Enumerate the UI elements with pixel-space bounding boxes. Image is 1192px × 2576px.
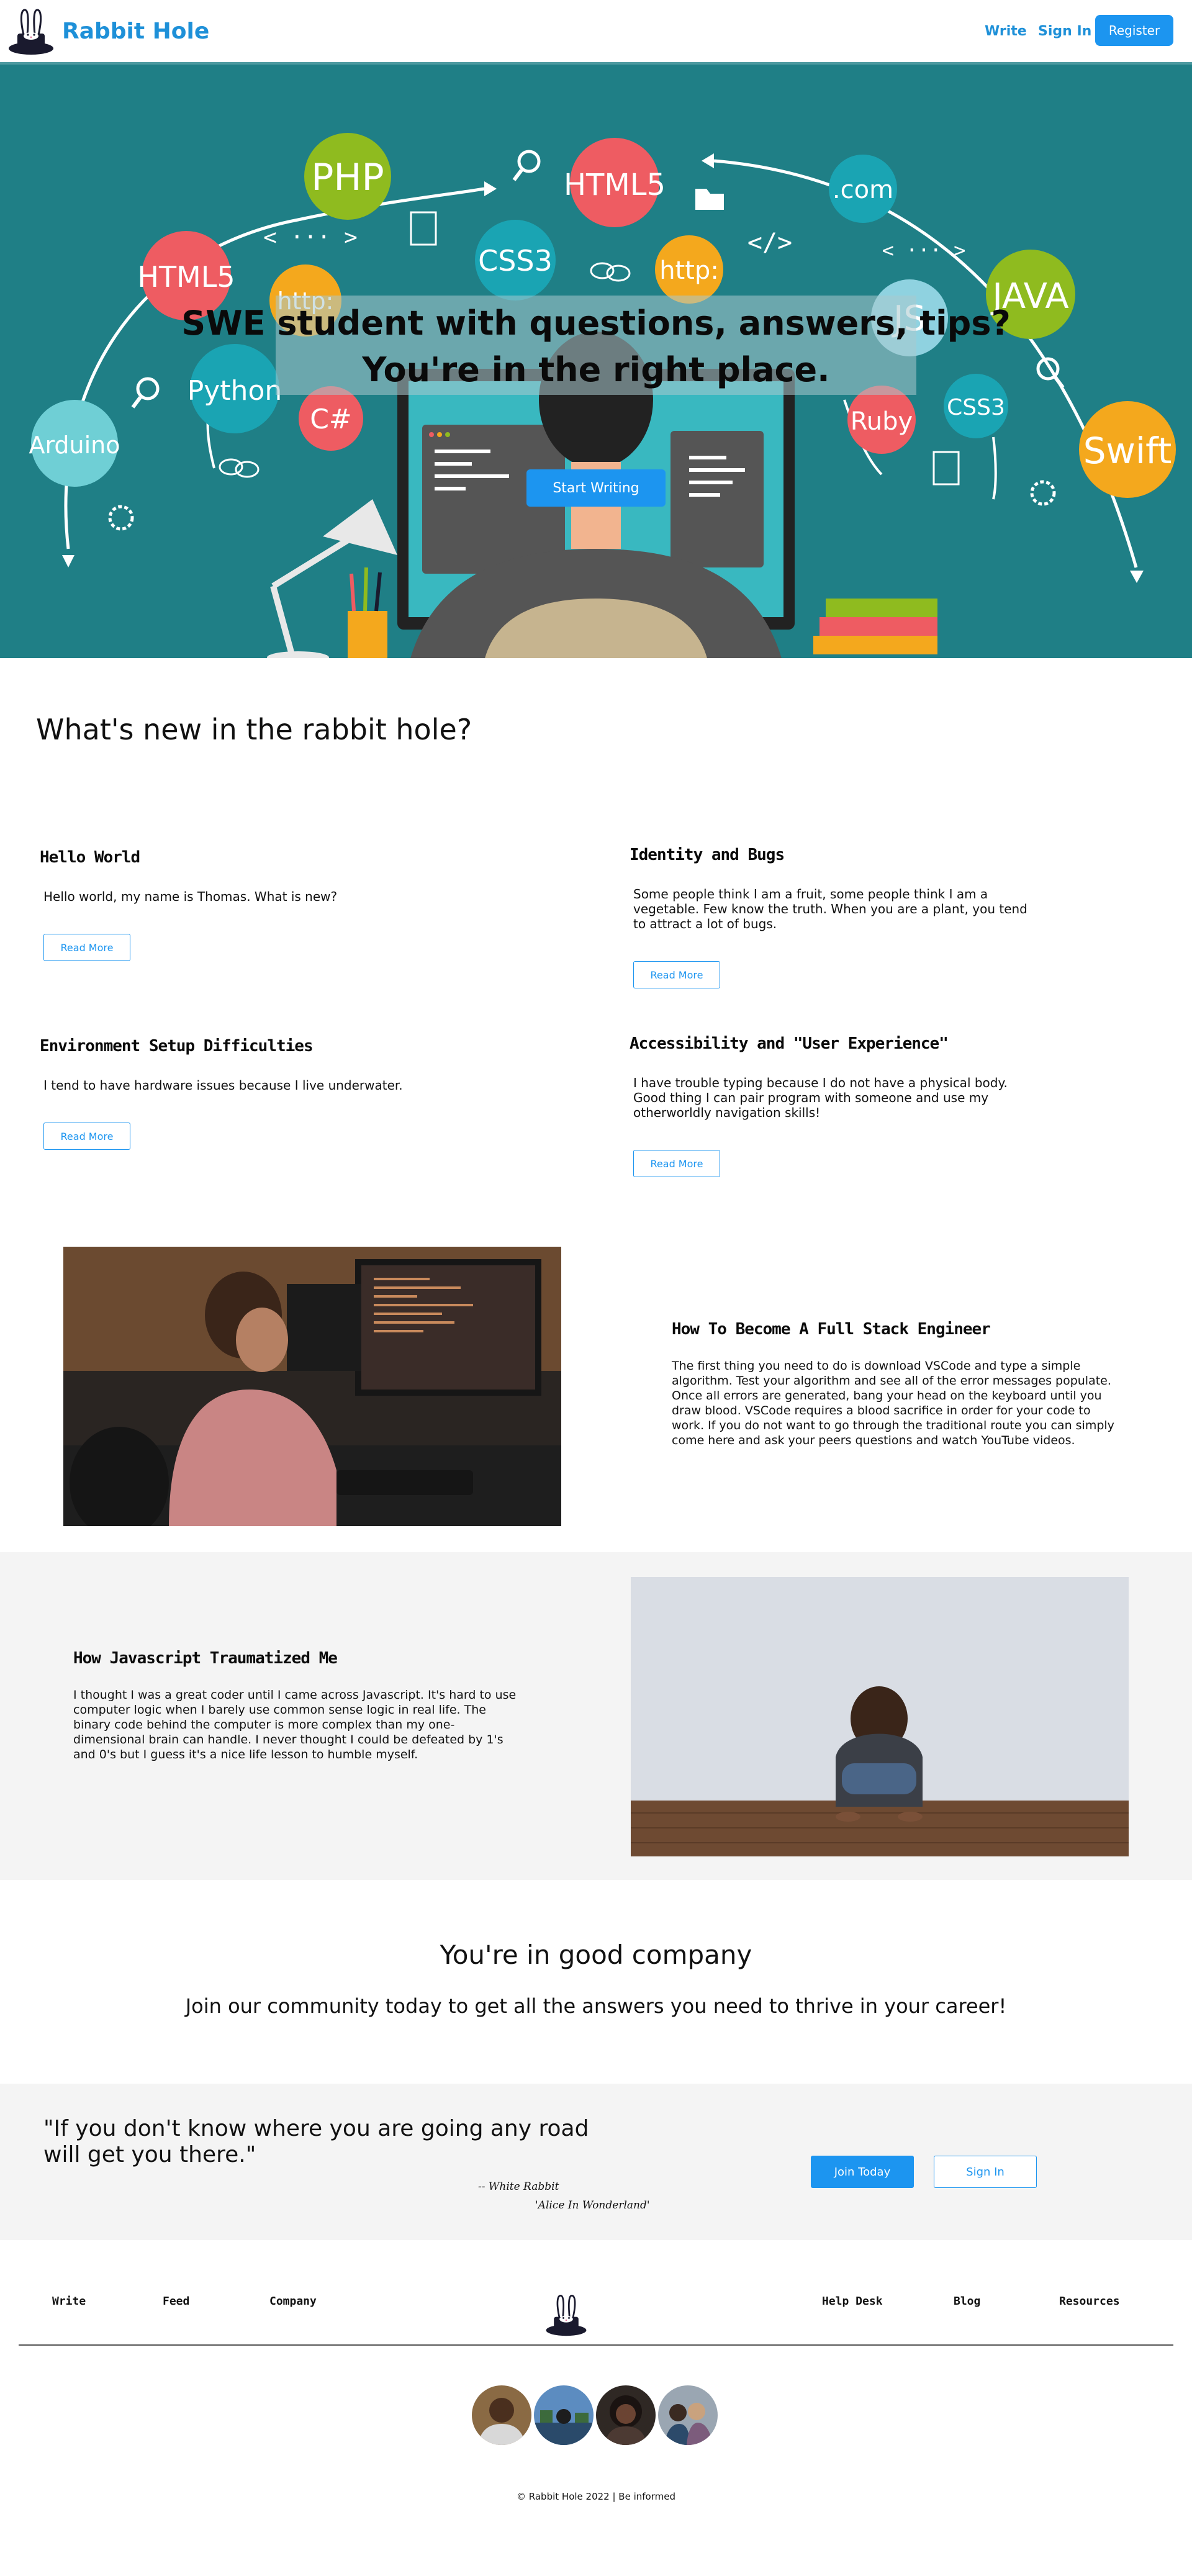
post-card: Identity and Bugs Some people think I am… <box>630 846 1176 988</box>
html5-badge-icon: HTML5 <box>564 138 666 227</box>
svg-text:HTML5: HTML5 <box>564 168 666 202</box>
footer-link-company[interactable]: Company <box>269 2295 317 2308</box>
whats-new-heading: What's new in the rabbit hole? <box>36 713 472 746</box>
post-body: Hello world, my name is Thomas. What is … <box>43 889 338 904</box>
brand-name[interactable]: Rabbit Hole <box>62 19 209 44</box>
post-body: I have trouble typing because I do not h… <box>633 1075 1008 1120</box>
feature-title[interactable]: How To Become A Full Stack Engineer <box>672 1320 991 1339</box>
ruby-badge-icon: Ruby <box>847 386 916 454</box>
feature-body: The first thing you need to do is downlo… <box>672 1359 1114 1447</box>
footer-link-help-desk[interactable]: Help Desk <box>822 2295 883 2308</box>
post-title[interactable]: Identity and Bugs <box>630 846 1176 864</box>
svg-text:.com: .com <box>833 176 893 204</box>
avatar[interactable] <box>596 2385 656 2445</box>
sad-person-photo <box>631 1577 1129 1856</box>
svg-text:http:: http: <box>659 256 719 285</box>
svg-text:Swift: Swift <box>1083 430 1172 472</box>
read-more-button[interactable]: Read More <box>43 934 130 961</box>
company-heading: You're in good company <box>440 1940 752 1970</box>
post-title[interactable]: Accessibility and "User Experience" <box>630 1034 1176 1053</box>
post-card: Hello World Hello world, my name is Thom… <box>40 848 586 961</box>
dotcom-badge-icon: .com <box>829 155 897 223</box>
copyright-text: © Rabbit Hole 2022 | Be informed <box>517 2491 675 2502</box>
quote-source: 'Alice In Wonderland' <box>535 2199 650 2212</box>
nav-sign-in-link[interactable]: Sign In <box>1038 24 1091 39</box>
hero-headline-line-2: You're in the right place. <box>362 350 830 389</box>
footer-rabbit-logo-icon[interactable] <box>544 2292 589 2337</box>
avatar[interactable] <box>658 2385 718 2445</box>
avatar[interactable] <box>472 2385 531 2445</box>
join-today-button[interactable]: Join Today <box>811 2156 914 2188</box>
woman-coding-photo <box>63 1247 561 1526</box>
svg-text:Arduino: Arduino <box>29 432 120 459</box>
post-card: Environment Setup Difficulties I tend to… <box>40 1037 586 1150</box>
http-badge-icon: http: <box>655 235 723 304</box>
svg-text:CSS3: CSS3 <box>947 395 1005 420</box>
avatar[interactable] <box>534 2385 594 2445</box>
hero-banner: PHP HTML5 .com HTML5 CSS3 http: JAVA htt… <box>0 62 1192 658</box>
quote-text: "If you don't know where you are going a… <box>43 2116 589 2167</box>
svg-text:PHP: PHP <box>311 156 384 199</box>
post-title[interactable]: Environment Setup Difficulties <box>40 1037 586 1055</box>
svg-text:HTML5: HTML5 <box>137 260 235 294</box>
quote-sign-in-button[interactable]: Sign In <box>934 2156 1037 2188</box>
footer-link-resources[interactable]: Resources <box>1059 2295 1120 2308</box>
read-more-button[interactable]: Read More <box>43 1123 130 1150</box>
csharp-badge-icon: C# <box>299 386 363 451</box>
svg-text:Ruby: Ruby <box>851 407 913 436</box>
swift-badge-icon: Swift <box>1079 401 1176 498</box>
start-writing-button[interactable]: Start Writing <box>526 469 666 507</box>
svg-text:< ··· >: < ··· > <box>882 238 966 262</box>
svg-text:< ··· >: < ··· > <box>263 225 358 250</box>
svg-text:CSS3: CSS3 <box>478 244 553 278</box>
post-title[interactable]: Hello World <box>40 848 586 867</box>
post-card: Accessibility and "User Experience" I ha… <box>630 1034 1176 1177</box>
arduino-badge-icon: Arduino <box>29 400 120 487</box>
feature-title[interactable]: How Javascript Traumatized Me <box>73 1649 338 1668</box>
post-body: Some people think I am a fruit, some peo… <box>633 887 1027 931</box>
footer-link-write[interactable]: Write <box>52 2295 86 2308</box>
register-button[interactable]: Register <box>1095 15 1173 46</box>
css3-badge-icon: CSS3 <box>475 220 556 301</box>
svg-text:</>: </> <box>747 228 792 257</box>
svg-text:C#: C# <box>310 404 352 435</box>
feature-body: I thought I was a great coder until I ca… <box>73 1688 517 1761</box>
rabbit-hat-logo-icon[interactable] <box>6 6 56 56</box>
nav-write-link[interactable]: Write <box>985 24 1027 39</box>
top-navbar: Rabbit Hole Write Sign In Register <box>0 0 1192 62</box>
hero-headline-line-1: SWE student with questions, answers, tip… <box>181 304 1011 343</box>
quote-author: -- White Rabbit <box>478 2181 559 2193</box>
company-subheading: Join our community today to get all the … <box>185 1994 1007 2018</box>
footer-link-feed[interactable]: Feed <box>163 2295 189 2308</box>
footer-divider <box>19 2344 1173 2346</box>
footer-link-blog[interactable]: Blog <box>954 2295 980 2308</box>
read-more-button[interactable]: Read More <box>633 961 720 988</box>
post-body: I tend to have hardware issues because I… <box>43 1078 403 1093</box>
read-more-button[interactable]: Read More <box>633 1150 720 1177</box>
php-badge-icon: PHP <box>304 133 391 220</box>
